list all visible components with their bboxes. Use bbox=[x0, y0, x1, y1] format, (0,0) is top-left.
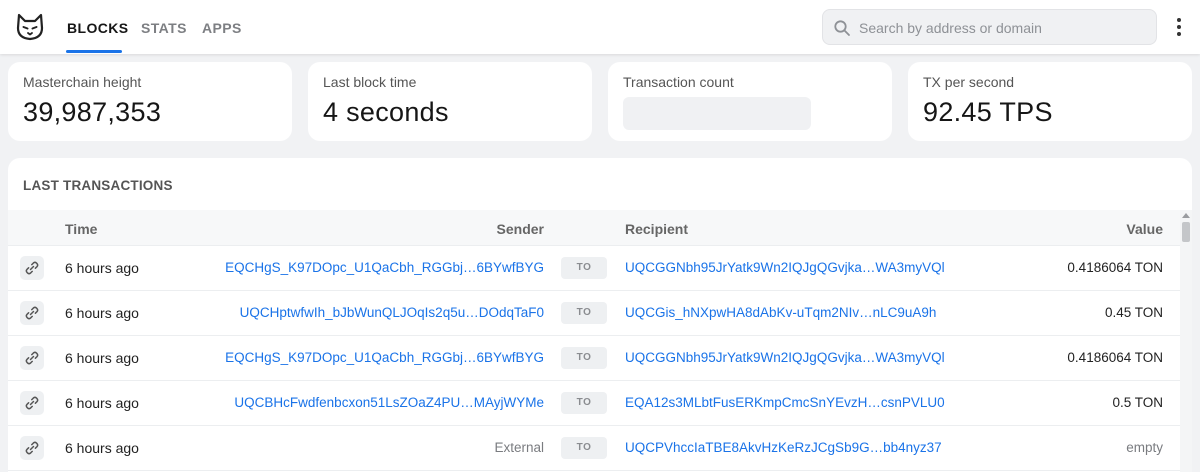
link-icon bbox=[25, 351, 39, 365]
transaction-link-button[interactable] bbox=[20, 256, 44, 280]
last-transactions-panel: LAST TRANSACTIONS Time Sender Recipient … bbox=[8, 158, 1192, 472]
transaction-time: 6 hours ago bbox=[65, 260, 139, 276]
panel-title: LAST TRANSACTIONS bbox=[23, 178, 173, 193]
to-badge: TO bbox=[561, 302, 607, 324]
search-icon bbox=[834, 20, 850, 36]
recipient-address-link[interactable]: UQCGGNbh95JrYatk9Wn2IQJgQGvjka…WA3myVQl bbox=[625, 260, 945, 275]
scroll-up-arrow-icon[interactable] bbox=[1182, 212, 1190, 218]
transaction-link-button[interactable] bbox=[20, 436, 44, 460]
transaction-value: 0.5 TON bbox=[1112, 395, 1163, 410]
stat-card-last-block-time: Last block time 4 seconds bbox=[308, 62, 592, 141]
to-badge: TO bbox=[561, 437, 607, 459]
column-header-sender: Sender bbox=[496, 221, 544, 237]
column-header-value: Value bbox=[1126, 221, 1163, 237]
link-icon bbox=[25, 306, 39, 320]
transaction-time: 6 hours ago bbox=[65, 395, 139, 411]
sender-address-link[interactable]: EQCHgS_K97DOpc_U1QaCbh_RGGbj…6BYwfBYG bbox=[225, 260, 544, 275]
transaction-link-button[interactable] bbox=[20, 391, 44, 415]
stat-label: TX per second bbox=[923, 74, 1015, 90]
link-icon bbox=[25, 261, 39, 275]
transaction-value: 0.45 TON bbox=[1104, 305, 1163, 320]
search-box[interactable] bbox=[822, 9, 1157, 45]
table-scrollbar[interactable] bbox=[1180, 210, 1192, 472]
transaction-value: empty bbox=[1126, 440, 1163, 455]
to-badge: TO bbox=[561, 257, 607, 279]
recipient-address-link[interactable]: UQCGGNbh95JrYatk9Wn2IQJgQGvjka…WA3myVQl bbox=[625, 350, 945, 365]
stat-label: Last block time bbox=[323, 74, 417, 90]
stat-card-masterchain-height: Masterchain height 39,987,353 bbox=[8, 62, 292, 141]
more-vertical-icon[interactable] bbox=[1170, 15, 1188, 39]
stat-label: Transaction count bbox=[623, 74, 734, 90]
sender-external-label: External bbox=[494, 440, 544, 455]
loading-skeleton bbox=[623, 97, 811, 130]
stat-card-transaction-count: Transaction count bbox=[608, 62, 892, 141]
link-icon bbox=[25, 441, 39, 455]
transaction-link-button[interactable] bbox=[20, 301, 44, 325]
recipient-address-link[interactable]: EQA12s3MLbtFusERKmpCmcSnYEvzH…csnPVLU0 bbox=[625, 395, 945, 410]
search-input[interactable] bbox=[859, 16, 1144, 40]
stat-value: 39,987,353 bbox=[23, 97, 162, 127]
stat-value: 4 seconds bbox=[323, 97, 449, 127]
stat-value: 92.45 TPS bbox=[923, 97, 1053, 127]
scrollbar-thumb[interactable] bbox=[1182, 222, 1190, 242]
table-row: 6 hours ago EQCHgS_K97DOpc_U1QaCbh_RGGbj… bbox=[8, 336, 1180, 381]
recipient-address-link[interactable]: UQCPVhccIaTBE8AkvHzKeRzJCgSb9G…bb4nyz37 bbox=[625, 440, 942, 455]
tab-apps[interactable]: APPS bbox=[202, 20, 242, 36]
transaction-time: 6 hours ago bbox=[65, 440, 139, 456]
link-icon bbox=[25, 396, 39, 410]
active-tab-indicator bbox=[66, 50, 122, 53]
table-row: 6 hours ago External TO UQCPVhccIaTBE8Ak… bbox=[8, 426, 1180, 471]
column-header-recipient: Recipient bbox=[625, 221, 689, 237]
table-row: 6 hours ago UQCHptwfwIh_bJbWunQLJOqIs2q5… bbox=[8, 291, 1180, 336]
transaction-time: 6 hours ago bbox=[65, 350, 139, 366]
transaction-value: 0.4186064 TON bbox=[1067, 350, 1163, 365]
table-row: 6 hours ago UQCBHcFwdfenbcxon51LsZOaZ4PU… bbox=[8, 381, 1180, 426]
table-row: 6 hours ago EQCHgS_K97DOpc_U1QaCbh_RGGbj… bbox=[8, 246, 1180, 291]
sender-address-link[interactable]: EQCHgS_K97DOpc_U1QaCbh_RGGbj…6BYwfBYG bbox=[225, 350, 544, 365]
column-header-time: Time bbox=[65, 221, 98, 237]
transaction-link-button[interactable] bbox=[20, 346, 44, 370]
table-header: Time Sender Recipient Value bbox=[8, 210, 1180, 246]
transaction-time: 6 hours ago bbox=[65, 305, 139, 321]
to-badge: TO bbox=[561, 347, 607, 369]
cat-face-icon[interactable] bbox=[15, 13, 45, 41]
top-header: BLOCKS STATS APPS bbox=[0, 0, 1200, 54]
sender-address-link[interactable]: UQCHptwfwIh_bJbWunQLJOqIs2q5u…DOdqTaF0 bbox=[240, 305, 544, 320]
recipient-address-link[interactable]: UQCGis_hNXpwHA8dAbKv-uTqm2NIv…nLC9uA9h bbox=[625, 305, 936, 320]
sender-address-link[interactable]: UQCBHcFwdfenbcxon51LsZOaZ4PU…MAyjWYMe bbox=[234, 395, 544, 410]
stat-label: Masterchain height bbox=[23, 74, 142, 90]
tab-stats[interactable]: STATS bbox=[141, 20, 187, 36]
stat-card-tx-per-second: TX per second 92.45 TPS bbox=[908, 62, 1192, 141]
transaction-value: 0.4186064 TON bbox=[1067, 260, 1163, 275]
to-badge: TO bbox=[561, 392, 607, 414]
tab-blocks[interactable]: BLOCKS bbox=[67, 20, 129, 36]
